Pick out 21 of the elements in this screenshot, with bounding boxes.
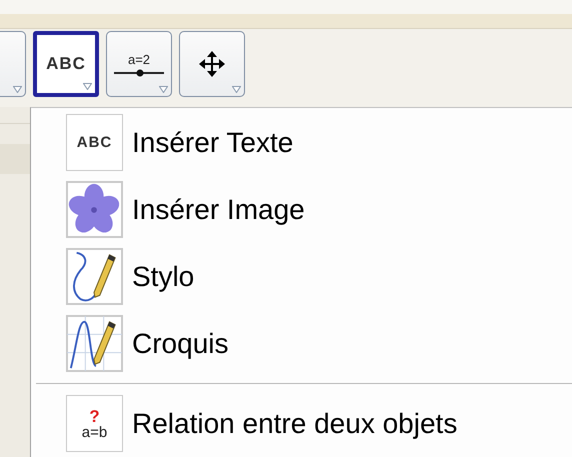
menu-item[interactable]: Croquis <box>66 310 572 377</box>
sketch-icon <box>66 315 123 372</box>
move-icon <box>199 51 225 77</box>
menu-item[interactable]: Stylo <box>66 243 572 310</box>
menu-item[interactable]: ? a=b Relation entre deux objets <box>66 390 572 457</box>
caret-icon <box>83 83 92 90</box>
text-tool-button[interactable]: ABC <box>33 31 99 97</box>
relation-icon: ? a=b <box>66 395 123 452</box>
menu-item[interactable]: Insérer Image <box>66 176 572 243</box>
tool-button[interactable] <box>0 31 26 97</box>
flower-icon <box>66 181 123 238</box>
pen-icon <box>66 248 123 305</box>
caret-icon <box>159 86 168 93</box>
caret-icon <box>13 86 22 93</box>
caret-icon <box>232 86 241 93</box>
slider-tool-button[interactable]: a=2 <box>106 31 172 97</box>
move-tool-button[interactable] <box>179 31 245 97</box>
slider-icon <box>114 68 164 76</box>
menu-item[interactable]: ABC Insérer Texte <box>66 109 572 176</box>
text-icon: ABC <box>66 114 123 171</box>
panel-header <box>0 144 30 174</box>
